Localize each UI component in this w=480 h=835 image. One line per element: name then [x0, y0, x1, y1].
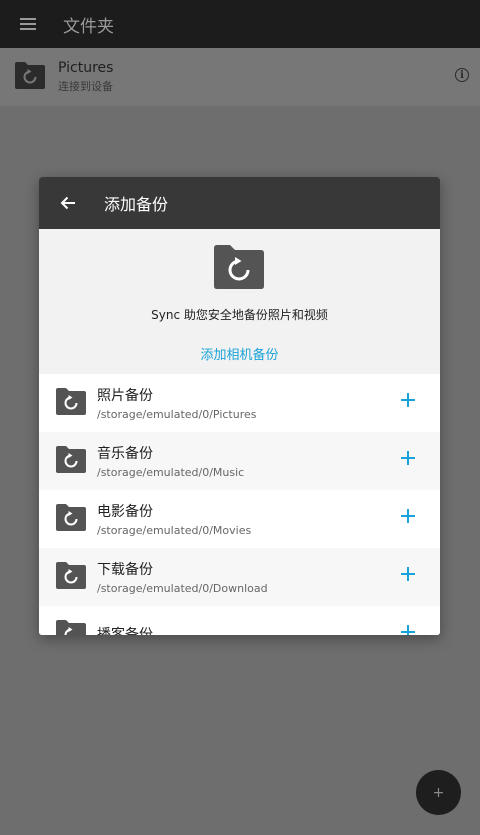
- sync-folder-icon: [14, 60, 46, 94]
- hamburger-menu-icon[interactable]: [20, 18, 36, 30]
- add-fab-button[interactable]: +: [416, 770, 461, 815]
- item-path: /storage/emulated/0/Pictures: [97, 408, 257, 421]
- camera-backup-section: Sync 助您安全地备份照片和视频 添加相机备份: [39, 229, 440, 374]
- item-path: /storage/emulated/0/Music: [97, 466, 245, 479]
- item-name: 电影备份: [97, 504, 153, 520]
- sync-folder-icon: [55, 386, 87, 420]
- sync-folder-icon: [55, 502, 87, 536]
- backup-folder-list: 照片备份 /storage/emulated/0/Pictures 音乐备份 /…: [39, 374, 440, 635]
- item-name: 播客备份: [97, 626, 153, 636]
- folder-list-item[interactable]: Pictures 连接到设备 i: [0, 48, 480, 106]
- list-item[interactable]: 电影备份 /storage/emulated/0/Movies: [39, 490, 440, 548]
- add-icon[interactable]: [401, 509, 415, 523]
- sync-folder-icon: [55, 444, 87, 478]
- list-item[interactable]: 照片备份 /storage/emulated/0/Pictures: [39, 374, 440, 432]
- add-camera-backup-link[interactable]: 添加相机备份: [39, 344, 440, 363]
- dialog-title: 添加备份: [104, 195, 169, 214]
- item-name: 音乐备份: [97, 446, 153, 462]
- backup-description: Sync 助您安全地备份照片和视频: [151, 308, 328, 322]
- add-icon[interactable]: [401, 625, 415, 635]
- sync-folder-icon: [55, 560, 87, 594]
- list-item[interactable]: 播客备份: [39, 606, 440, 635]
- fab-label: +: [432, 784, 445, 801]
- folder-name: Pictures: [58, 60, 114, 76]
- item-path: /storage/emulated/0/Movies: [97, 524, 252, 537]
- item-path: /storage/emulated/0/Download: [97, 582, 268, 595]
- item-name: 下载备份: [97, 562, 153, 578]
- page-title: 文件夹: [63, 16, 114, 37]
- info-icon[interactable]: i: [455, 68, 469, 82]
- item-name: 照片备份: [97, 388, 153, 404]
- dialog-header: 添加备份: [39, 177, 440, 229]
- folder-status: 连接到设备: [58, 80, 113, 93]
- add-icon[interactable]: [401, 393, 415, 407]
- add-icon[interactable]: [401, 567, 415, 581]
- back-arrow-icon[interactable]: [59, 194, 77, 212]
- list-item[interactable]: 下载备份 /storage/emulated/0/Download: [39, 548, 440, 606]
- app-bar: 文件夹: [0, 0, 480, 48]
- add-backup-dialog: 添加备份 Sync 助您安全地备份照片和视频 添加相机备份 照片备份 /stor…: [39, 177, 440, 635]
- sync-folder-icon: [213, 242, 265, 294]
- sync-folder-icon: [55, 618, 87, 635]
- add-icon[interactable]: [401, 451, 415, 465]
- list-item[interactable]: 音乐备份 /storage/emulated/0/Music: [39, 432, 440, 490]
